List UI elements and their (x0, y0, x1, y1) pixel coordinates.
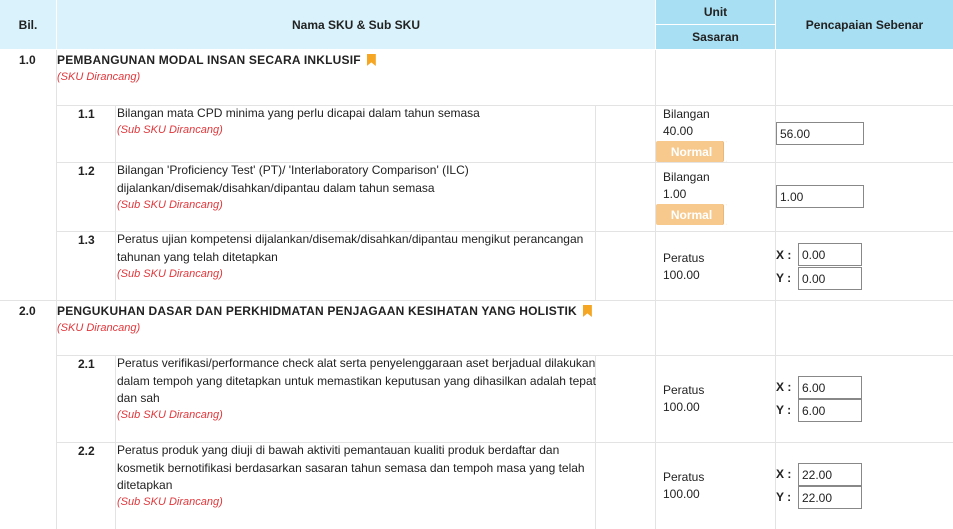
column-divider (115, 105, 116, 300)
column-divider (56, 50, 57, 529)
item-number: 1.3 (78, 233, 95, 247)
item-description: Peratus produk yang diuji di bawah aktiv… (117, 443, 585, 492)
y-label: Y : (776, 403, 792, 417)
section-title[interactable]: PEMBANGUNAN MODAL INSAN SECARA INKLUSIF (57, 52, 376, 68)
section-title-text: PENGUKUHAN DASAR DAN PERKHIDMATAN PENJAG… (57, 304, 577, 318)
target-value: 1.00 (663, 187, 687, 201)
item-status: (Sub SKU Dirancang) (117, 496, 223, 508)
status-badge: Normal (656, 204, 727, 225)
target-value: 100.00 (663, 268, 700, 282)
section-number: 2.0 (19, 304, 36, 318)
item-description: Peratus ujian kompetensi dijalankan/dise… (117, 232, 584, 264)
x-input[interactable] (798, 243, 862, 266)
target-value: 100.00 (663, 400, 700, 414)
y-label: Y : (776, 490, 792, 504)
item-status: (Sub SKU Dirancang) (117, 268, 223, 280)
item-status: (Sub SKU Dirancang) (117, 409, 223, 421)
status-badge: Normal (656, 141, 727, 162)
achievement-input[interactable] (776, 185, 864, 208)
section-status: (SKU Dirancang) (57, 322, 141, 334)
item-status: (Sub SKU Dirancang) (117, 199, 223, 211)
unit-label: Peratus (663, 383, 705, 397)
item-description: Peratus verifikasi/performance check ala… (117, 356, 596, 405)
row-divider (0, 300, 953, 301)
item-number: 1.1 (78, 107, 95, 121)
item-description: Bilangan 'Proficiency Test' (PT)/ 'Inter… (117, 163, 469, 195)
x-label: X : (776, 467, 792, 481)
bookmark-icon[interactable] (366, 54, 376, 66)
section-number: 1.0 (19, 53, 36, 67)
header-unit: Unit (656, 0, 776, 25)
item-number: 2.2 (78, 444, 95, 458)
x-label: X : (776, 248, 792, 262)
y-label: Y : (776, 271, 792, 285)
y-input[interactable] (798, 267, 862, 290)
item-description: Bilangan mata CPD minima yang perlu dica… (117, 106, 480, 120)
header-pencapaian: Pencapaian Sebenar (776, 0, 953, 50)
unit-label: Peratus (663, 470, 705, 484)
section-title-text: PEMBANGUNAN MODAL INSAN SECARA INKLUSIF (57, 53, 361, 67)
item-status: (Sub SKU Dirancang) (117, 124, 223, 136)
y-input[interactable] (798, 486, 862, 509)
item-number: 2.1 (78, 357, 95, 371)
x-input[interactable] (798, 376, 862, 399)
bookmark-icon[interactable] (582, 305, 592, 317)
target-value: 100.00 (663, 487, 700, 501)
unit-label: Bilangan (663, 107, 710, 121)
header-sasaran: Sasaran (656, 25, 776, 50)
header-nama: Nama SKU & Sub SKU (57, 0, 656, 50)
y-input[interactable] (798, 399, 862, 422)
column-divider (655, 50, 656, 529)
unit-label: Bilangan (663, 170, 710, 184)
achievement-input[interactable] (776, 122, 864, 145)
section-status: (SKU Dirancang) (57, 71, 141, 83)
target-value: 40.00 (663, 124, 694, 138)
x-label: X : (776, 380, 792, 394)
column-divider (595, 105, 596, 300)
x-input[interactable] (798, 463, 862, 486)
section-title[interactable]: PENGUKUHAN DASAR DAN PERKHIDMATAN PENJAG… (57, 303, 592, 319)
header-bil: Bil. (0, 0, 57, 50)
item-number: 1.2 (78, 164, 95, 178)
unit-label: Peratus (663, 251, 705, 265)
